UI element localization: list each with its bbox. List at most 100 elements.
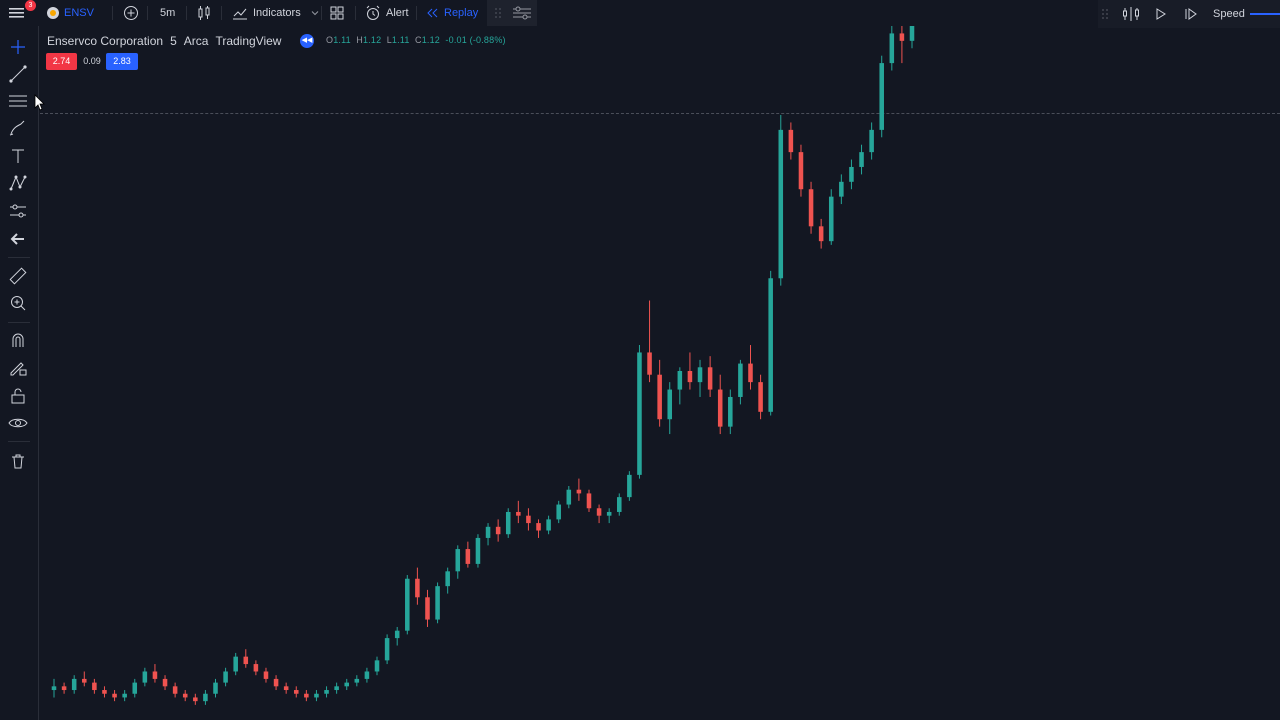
candle-body <box>526 515 531 524</box>
candle-body <box>142 671 148 683</box>
candle <box>637 345 642 479</box>
candle <box>203 690 208 705</box>
candle <box>485 523 491 546</box>
trash-icon[interactable] <box>7 450 29 472</box>
candle-body <box>193 697 198 702</box>
candle <box>505 508 511 538</box>
candle-body <box>223 671 228 683</box>
notification-badge: 3 <box>25 0 36 11</box>
chart-type-button[interactable] <box>197 0 211 26</box>
candle-body <box>243 656 249 665</box>
eye-icon[interactable] <box>7 412 29 434</box>
candle <box>253 660 259 676</box>
speed-label[interactable]: Speed <box>1213 8 1245 20</box>
candle <box>748 345 753 390</box>
candle <box>788 122 794 160</box>
back-arrow-icon[interactable] <box>7 228 29 250</box>
alarm-clock-icon <box>366 5 380 20</box>
candle-body <box>172 686 178 694</box>
alert-button[interactable]: Alert <box>365 0 409 26</box>
interval-button[interactable]: 5m <box>160 0 175 26</box>
candle <box>849 159 854 190</box>
lock-icon[interactable] <box>7 385 29 407</box>
candle <box>516 500 521 524</box>
compare-button[interactable] <box>123 0 139 26</box>
candle <box>667 382 673 435</box>
candle-body <box>495 526 501 535</box>
candle <box>586 489 592 512</box>
crosshair-icon[interactable] <box>7 36 29 58</box>
candle-body <box>122 693 127 698</box>
drag-handle-icon[interactable] <box>1100 7 1110 21</box>
candle <box>142 667 148 687</box>
brush-icon[interactable] <box>7 117 29 139</box>
candle-body <box>445 571 450 587</box>
candle-body <box>384 638 390 661</box>
candle-body <box>798 152 804 190</box>
candle-body <box>203 693 208 702</box>
fib-icon[interactable] <box>7 90 29 112</box>
candle-body <box>505 511 511 535</box>
candlestick-chart[interactable] <box>40 26 1280 720</box>
indicators-dropdown[interactable] <box>311 0 319 26</box>
candle <box>556 500 561 524</box>
candle-body <box>71 678 77 691</box>
candle <box>425 589 430 627</box>
candle-body <box>606 511 612 516</box>
ruler-icon[interactable] <box>7 265 29 287</box>
play-icon[interactable] <box>1154 7 1168 21</box>
candle <box>132 678 138 698</box>
candle-body <box>324 690 329 694</box>
pencil-lock-icon[interactable] <box>7 357 29 379</box>
candle <box>697 359 703 397</box>
candle-body <box>283 686 289 691</box>
candle-body <box>808 189 814 227</box>
candle <box>374 656 380 676</box>
pattern-icon[interactable] <box>7 172 29 194</box>
magnet-icon[interactable] <box>7 330 29 352</box>
forecast-icon[interactable] <box>7 200 29 222</box>
candle <box>384 634 390 665</box>
candle-body <box>849 166 854 182</box>
candle-body <box>273 678 279 687</box>
menu-button[interactable] <box>9 0 25 26</box>
text-icon[interactable] <box>7 145 29 167</box>
candle <box>526 508 531 531</box>
zoom-in-icon[interactable] <box>7 292 29 314</box>
drag-handle-icon[interactable] <box>493 6 503 20</box>
candle <box>818 218 824 249</box>
candle-body <box>92 682 97 691</box>
candle <box>102 686 107 698</box>
candle-body <box>667 389 673 420</box>
candle <box>616 493 622 516</box>
candle <box>283 682 289 694</box>
candles-icon <box>198 6 210 20</box>
candle <box>182 690 188 702</box>
trend-line-icon[interactable] <box>7 63 29 85</box>
candle-body <box>869 129 874 153</box>
candle-body <box>596 508 602 516</box>
candle-body <box>748 363 753 383</box>
select-bar-icon[interactable] <box>1122 6 1140 22</box>
step-forward-icon[interactable] <box>1184 7 1198 21</box>
candle <box>566 486 572 509</box>
candle-body <box>728 396 733 427</box>
candle <box>233 652 238 676</box>
candle <box>394 626 400 646</box>
replay-settings-icon[interactable] <box>512 5 532 21</box>
speed-slider[interactable] <box>1250 13 1280 15</box>
replay-button[interactable]: Replay <box>426 0 478 26</box>
candle <box>314 690 319 702</box>
candle <box>455 545 461 579</box>
candle-body <box>314 693 319 698</box>
rewind-icon <box>427 8 438 18</box>
candle-body <box>909 26 915 41</box>
candle <box>61 682 67 694</box>
symbol-search-button[interactable]: ENSV <box>47 0 94 26</box>
symbol-label: ENSV <box>64 7 94 19</box>
layout-button[interactable] <box>330 0 344 26</box>
indicators-button[interactable]: Indicators <box>232 0 301 26</box>
candle-body <box>82 678 87 683</box>
drawing-toolbar <box>0 26 39 720</box>
candle <box>273 675 279 691</box>
